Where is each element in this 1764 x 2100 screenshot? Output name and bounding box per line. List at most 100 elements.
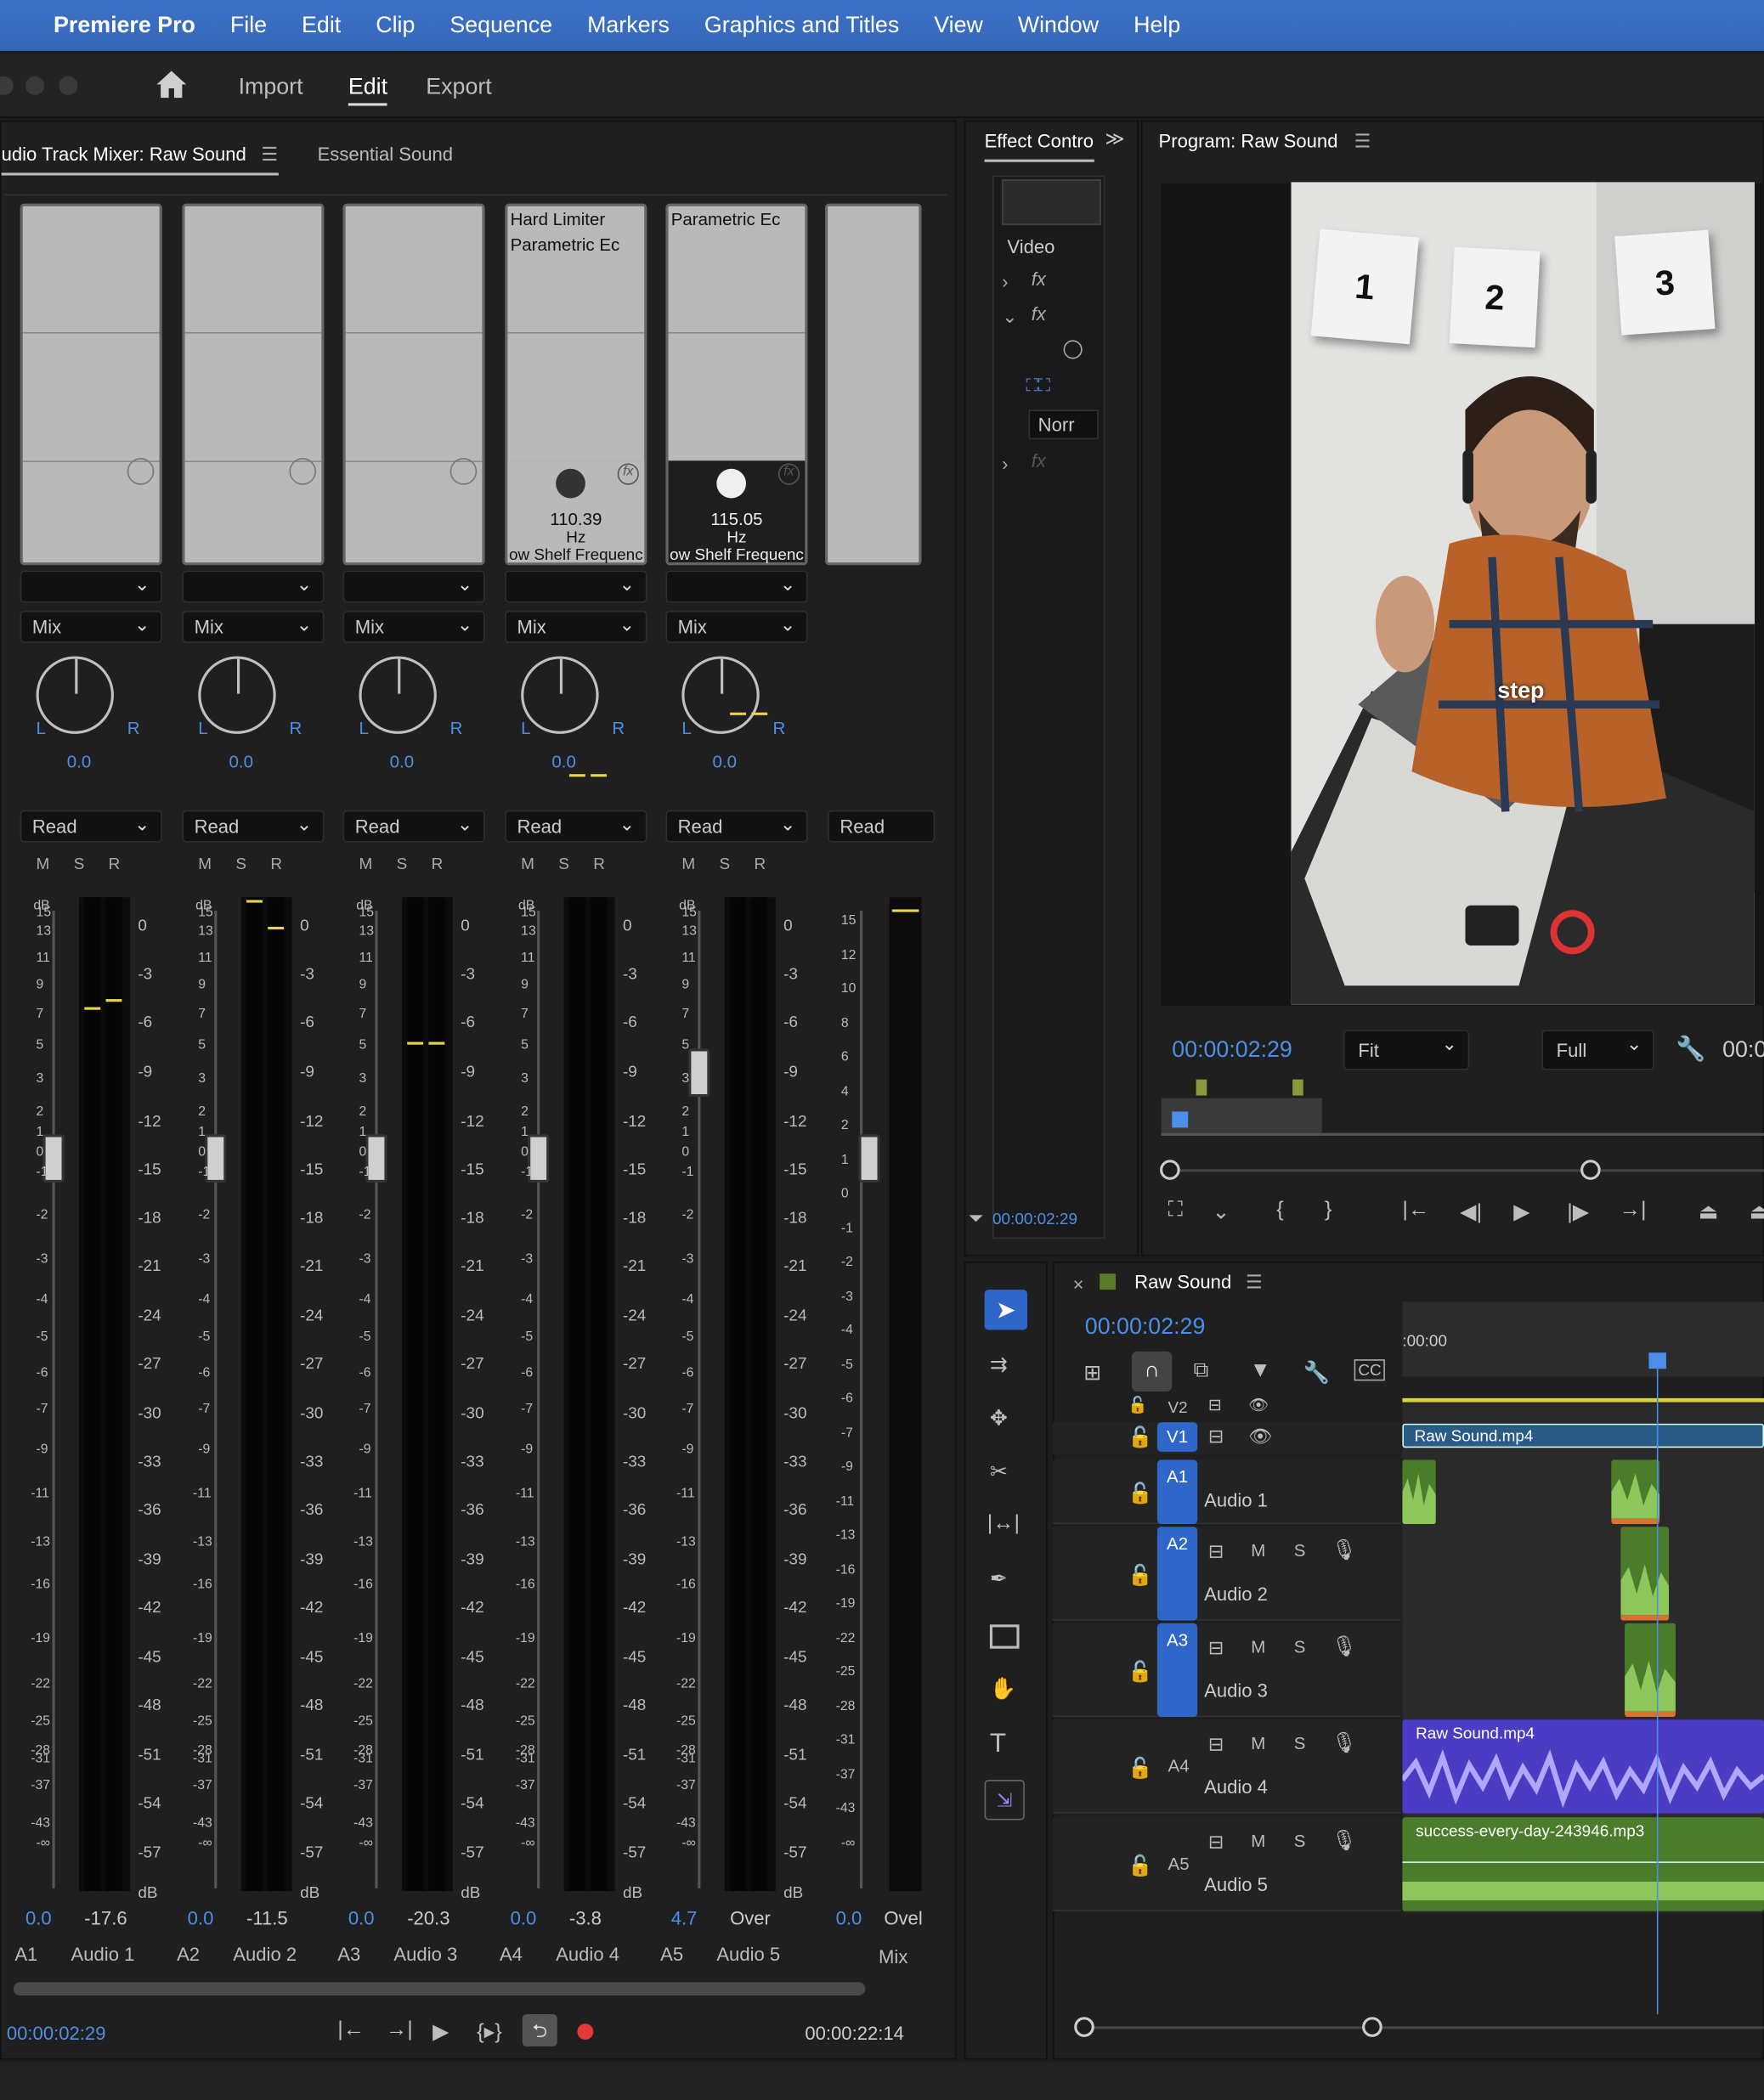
track-target[interactable]: A3 [1156, 1623, 1198, 1718]
tab-effect-controls[interactable]: Effect Contro [985, 130, 1094, 151]
audio-clip-a2[interactable] [1620, 1527, 1670, 1621]
solo-button[interactable]: S [1294, 1540, 1306, 1561]
home-icon[interactable] [155, 70, 188, 99]
send-dropdown[interactable]: ⌄ [505, 570, 647, 603]
fx-rack[interactable] [182, 203, 325, 566]
fx-rack[interactable] [20, 203, 162, 566]
loop-icon[interactable]: ⮌ [522, 2014, 557, 2046]
workspace-edit[interactable]: Edit [348, 74, 388, 106]
nest-icon[interactable]: ⊞ [1083, 1359, 1101, 1386]
sync-lock-icon[interactable]: ⊟ [1208, 1831, 1224, 1854]
microphone-icon[interactable]: 🎙 [1331, 1730, 1357, 1754]
mark-in-icon[interactable]: { [1276, 1199, 1283, 1222]
lift-icon[interactable]: ⏏ [1699, 1199, 1719, 1226]
track-target[interactable]: A2 [1156, 1527, 1198, 1621]
program-playhead[interactable] [1172, 1111, 1189, 1128]
safe-margins-icon[interactable]: ⛶ [1168, 1199, 1184, 1222]
fx-bypass-icon[interactable]: fx [617, 463, 639, 485]
track-name[interactable]: Audio 1 [1204, 1489, 1268, 1510]
linked-selection-icon[interactable]: ⧉ [1193, 1359, 1208, 1383]
menu-clip[interactable]: Clip [376, 12, 415, 39]
eye-icon[interactable]: 👁 [1248, 1396, 1269, 1414]
eye-icon-v1[interactable]: 👁 [1248, 1425, 1272, 1448]
program-play-icon[interactable]: ▶ [1513, 1199, 1529, 1226]
marker-icon-2[interactable] [1292, 1079, 1303, 1096]
fx-slot-2[interactable]: Parametric Ec [511, 234, 645, 255]
lock-icon[interactable]: 🔓 [1128, 1756, 1152, 1780]
effect-controls-time[interactable]: 00:00:02:29 [992, 1210, 1077, 1228]
fx-rack[interactable]: Parametric Ec fx 115.05 Hz ow Shelf Frequenc [665, 203, 808, 566]
timeline-settings-icon[interactable]: 🔧 [1303, 1359, 1330, 1386]
audio-clip-a1-1[interactable] [1402, 1459, 1436, 1525]
blend-mode-dropdown[interactable]: Norr [1028, 409, 1099, 440]
lock-icon-v1[interactable]: 🔓 [1128, 1425, 1152, 1449]
microphone-icon[interactable]: 🎙 [1331, 1828, 1357, 1852]
pan-knob[interactable] [521, 656, 599, 734]
remix-tool-icon[interactable]: ⇲ [984, 1780, 1025, 1821]
mask-ellipse-icon[interactable] [1063, 340, 1083, 359]
go-to-in-icon[interactable]: |← [337, 2018, 365, 2042]
close-window-button[interactable] [0, 76, 14, 95]
type-tool-icon[interactable]: T [990, 1729, 1006, 1759]
fx-param-knob[interactable] [556, 468, 585, 499]
track-name[interactable]: Audio 4 [1204, 1775, 1268, 1797]
zoom-handle-left[interactable] [1160, 1160, 1180, 1180]
timeline-playhead[interactable] [1656, 1355, 1659, 2015]
close-tab-icon[interactable]: × [1073, 1273, 1084, 1295]
captions-icon[interactable]: CC [1354, 1359, 1386, 1381]
go-to-out-icon[interactable]: →| [386, 2018, 413, 2042]
mute-solo-record-buttons[interactable]: MSR [198, 855, 306, 873]
play-in-to-out-icon[interactable]: {▸} [477, 2018, 502, 2046]
mode-dropdown[interactable]: Mix ⌄ [665, 610, 808, 643]
fx-param-name[interactable]: ow Shelf Frequenc [507, 545, 644, 564]
menu-file[interactable]: File [230, 12, 267, 39]
video-clip[interactable]: Raw Sound.mp4 [1402, 1423, 1764, 1448]
menu-help[interactable]: Help [1134, 12, 1180, 39]
razor-tool-icon[interactable]: ✂ [990, 1459, 1008, 1486]
go-to-out-point-icon[interactable]: →| [1620, 1199, 1647, 1222]
work-area-bar[interactable] [1402, 1397, 1764, 1403]
time-remap-fx-icon[interactable]: fx [1032, 450, 1046, 471]
selection-tool-icon[interactable]: ➤ [984, 1290, 1028, 1330]
master-automation-dropdown[interactable]: Read [828, 810, 936, 843]
menu-edit[interactable]: Edit [302, 12, 341, 39]
solo-button[interactable]: S [1294, 1831, 1306, 1851]
zoom-handle-right[interactable] [1580, 1160, 1601, 1180]
sync-lock-icon[interactable]: ⊟ [1208, 1636, 1224, 1659]
microphone-icon[interactable]: 🎙 [1331, 1634, 1357, 1658]
workspace-export[interactable]: Export [426, 74, 491, 101]
snap-icon[interactable]: ∩ [1131, 1351, 1173, 1392]
send-dropdown[interactable]: ⌄ [20, 570, 162, 603]
automation-dropdown[interactable]: Read ⌄ [20, 810, 162, 843]
mute-button[interactable]: M [1251, 1636, 1265, 1657]
motion-fx-icon[interactable]: fx [1032, 268, 1046, 289]
automation-dropdown[interactable]: Read ⌄ [182, 810, 325, 843]
panel-menu-icon-2[interactable]: ☰ [1354, 130, 1371, 153]
add-marker-icon[interactable]: ▼ [1250, 1359, 1271, 1383]
timeline-timecode[interactable]: 00:00:02:29 [1085, 1314, 1206, 1341]
track-id[interactable]: A4 [1168, 1756, 1190, 1776]
mute-button[interactable]: M [1251, 1540, 1265, 1561]
fx-slot-1[interactable]: Hard Limiter [511, 209, 645, 229]
automation-dropdown[interactable]: Read ⌄ [505, 810, 647, 843]
program-zoom-bar[interactable] [1169, 1169, 1764, 1172]
mute-solo-record-buttons[interactable]: MSR [359, 855, 466, 873]
step-forward-icon[interactable]: |▶ [1567, 1199, 1589, 1226]
pan-value[interactable]: 0.0 [330, 751, 474, 771]
record-icon[interactable] [577, 2024, 594, 2041]
mode-dropdown[interactable]: Mix ⌄ [20, 610, 162, 643]
pan-knob[interactable] [359, 656, 437, 734]
mode-dropdown[interactable]: Mix ⌄ [342, 610, 485, 643]
lock-icon[interactable]: 🔓 [1128, 1659, 1152, 1684]
sync-lock-icon[interactable]: ⊟ [1208, 1733, 1224, 1756]
channel-name[interactable]: Audio 3 [393, 1944, 457, 1965]
mute-solo-record-buttons[interactable]: MSR [37, 855, 144, 873]
track-name[interactable]: Audio 2 [1204, 1583, 1268, 1604]
volume-value[interactable]: 0.0 [25, 1907, 52, 1928]
menu-graphics[interactable]: Graphics and Titles [704, 12, 899, 39]
program-timecode[interactable]: 00:00:02:29 [1172, 1036, 1292, 1064]
filter-icon[interactable]: ⏷ [969, 1206, 984, 1229]
send-dropdown[interactable]: ⌄ [665, 570, 808, 603]
fx-param-name[interactable]: ow Shelf Frequenc [669, 545, 806, 564]
mixer-current-time[interactable]: 00:00:02:29 [7, 2023, 106, 2044]
